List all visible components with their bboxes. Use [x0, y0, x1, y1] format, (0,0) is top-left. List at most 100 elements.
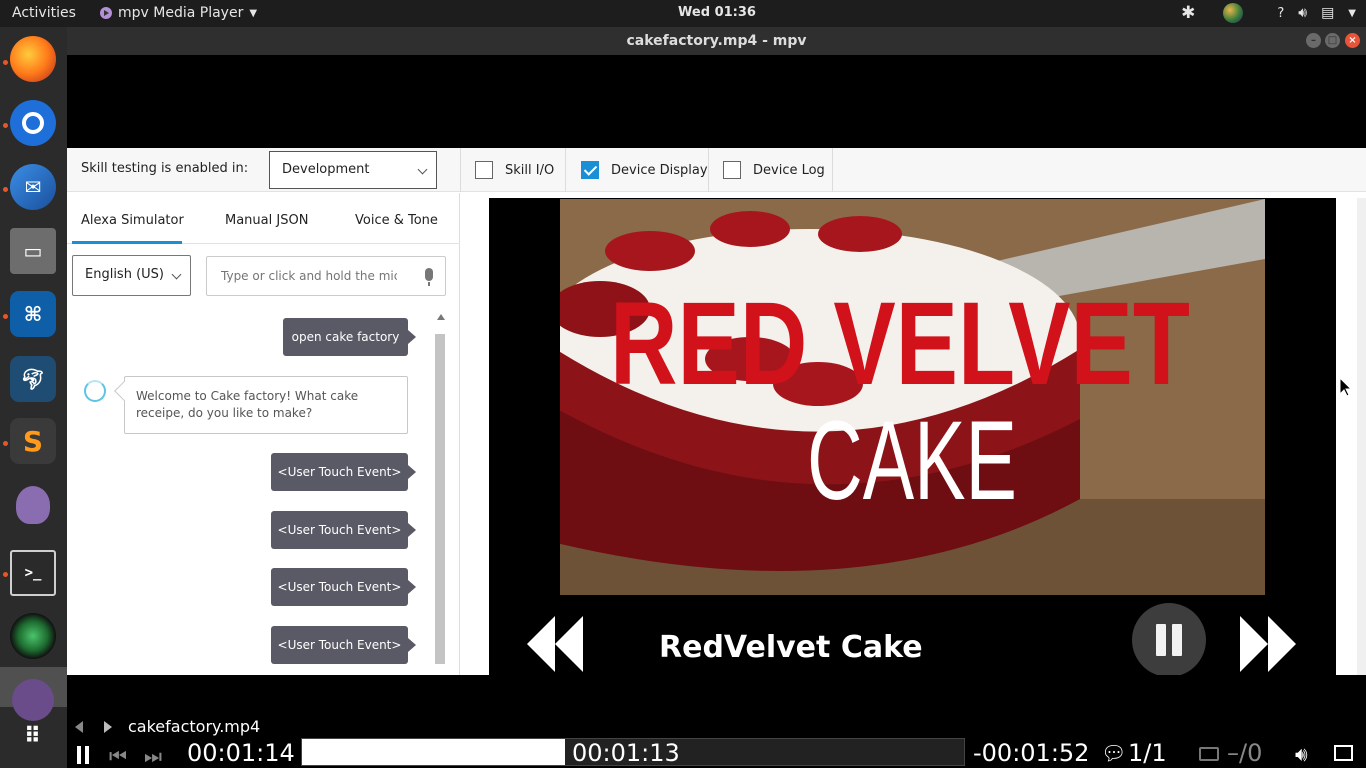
image-title-red: RED VELVET [610, 278, 1190, 410]
rewind-icon[interactable] [527, 616, 585, 672]
simulator-panel: Alexa Simulator Manual JSON Voice & Tone… [67, 193, 460, 675]
playlist-prev-icon[interactable] [75, 721, 83, 733]
pause-bar [85, 746, 89, 764]
pause-bar [77, 746, 81, 764]
alexa-ring-icon [84, 380, 106, 402]
tab-voice-tone[interactable]: Voice & Tone [355, 213, 438, 228]
system-tray: ✱ ? 🔊︎ ▤ ▼ [1181, 3, 1356, 23]
device-display-checkbox[interactable]: Device Display [581, 161, 708, 179]
sublime-text-icon[interactable]: S [10, 418, 56, 464]
slide-title: RedVelvet Cake [659, 630, 923, 665]
clock[interactable]: Wed 01:36 [0, 5, 1366, 20]
pidgin-bird [16, 486, 50, 524]
user-message: <User Touch Event> [271, 453, 416, 491]
firefox-icon[interactable] [10, 36, 56, 82]
camera-icon[interactable] [10, 613, 56, 659]
running-indicator [3, 572, 8, 577]
running-indicator [3, 123, 8, 128]
volume-icon[interactable]: 🔊︎ [1298, 5, 1307, 21]
active-app-highlight [0, 667, 67, 721]
cake-image: RED VELVET CAKE [560, 199, 1265, 595]
running-indicator [3, 441, 8, 446]
skill-io-checkbox[interactable]: Skill I/O [475, 161, 554, 179]
maximize-button[interactable]: □ [1325, 33, 1340, 48]
locale-select[interactable]: English (US) [72, 255, 191, 296]
user-message: open cake factory [283, 318, 416, 356]
elapsed-time[interactable]: 00:01:14 [187, 739, 295, 767]
minimize-button[interactable]: – [1306, 33, 1321, 48]
image-title-white: CAKE [807, 398, 1017, 523]
skill-io-label: Skill I/O [505, 162, 555, 178]
top-panel: Activities mpv Media Player ▼ Wed 01:36 … [0, 0, 1366, 27]
skip-forward-icon[interactable]: ⏭︎ [144, 744, 162, 768]
user-message: <User Touch Event> [271, 568, 416, 606]
alexa-console-page: Skill testing is enabled in: Development… [67, 148, 1366, 675]
environment-value: Development [282, 162, 370, 177]
file-name: cakefactory.mp4 [128, 717, 261, 736]
pause-button[interactable] [77, 746, 91, 764]
settings-gear-icon[interactable]: ✱ [1181, 3, 1195, 23]
environment-select[interactable]: Development [269, 151, 437, 189]
running-indicator [3, 60, 8, 65]
thunderbird-icon[interactable]: ✉ [10, 164, 56, 210]
video-frame[interactable]: Skill testing is enabled in: Development… [67, 55, 1366, 675]
fullscreen-icon[interactable] [1334, 745, 1353, 761]
alexa-message: Welcome to Cake factory! What cake recei… [124, 376, 408, 434]
subtitle-track[interactable]: 1/1 [1128, 739, 1167, 767]
page-scrollbar[interactable] [1357, 198, 1366, 675]
window-titlebar[interactable]: cakefactory.mp4 - mpv – □ × [67, 27, 1366, 55]
clipboard-icon[interactable]: ▤ [1321, 5, 1334, 21]
mouse-cursor-icon [1339, 377, 1353, 397]
mysql-workbench-icon[interactable]: 🐬︎ [10, 356, 56, 402]
chat-transcript: open cake factory Welcome to Cake factor… [72, 310, 432, 675]
playlist-next-icon[interactable] [104, 721, 112, 733]
tab-alexa-simulator[interactable]: Alexa Simulator [81, 213, 184, 228]
skill-testing-bar: Skill testing is enabled in: Development… [67, 148, 1366, 192]
user-message: <User Touch Event> [271, 626, 416, 664]
terminal-icon[interactable]: >_ [10, 550, 56, 596]
dock: ✉ ▭ ⌘ 🐬︎ S >_ ⠿ [0, 27, 67, 768]
globe-icon[interactable] [1223, 3, 1244, 23]
chromium-icon[interactable] [10, 100, 56, 146]
seek-progress [302, 739, 565, 765]
utterance-input[interactable] [219, 268, 399, 284]
pause-icon[interactable] [1132, 603, 1206, 675]
locale-value: English (US) [85, 267, 164, 282]
scrollbar-thumb[interactable] [435, 334, 445, 664]
skill-testing-label: Skill testing is enabled in: [81, 161, 249, 176]
device-display-label: Device Display [611, 162, 708, 178]
cache-time: 00:01:13 [572, 739, 680, 767]
microphone-icon[interactable] [425, 268, 433, 286]
divider [708, 148, 709, 192]
chromium-ring [22, 112, 44, 134]
divider [460, 148, 461, 192]
system-menu-chevron-icon[interactable]: ▼ [1348, 8, 1356, 19]
audio-track-icon[interactable] [1199, 747, 1219, 761]
help-icon[interactable]: ? [1277, 6, 1284, 21]
window-title: cakefactory.mp4 - mpv [626, 33, 807, 49]
checkbox-unchecked-icon [723, 161, 741, 179]
scroll-up-arrow-icon[interactable] [437, 314, 445, 320]
chat-scrollbar[interactable] [435, 310, 446, 675]
remaining-time[interactable]: -00:01:52 [973, 739, 1089, 767]
cake-illustration: RED VELVET CAKE [560, 199, 1265, 595]
chevron-down-icon [171, 269, 182, 280]
fast-forward-icon[interactable] [1240, 616, 1298, 672]
checkbox-checked-icon [581, 161, 599, 179]
pidgin-icon[interactable] [10, 482, 56, 528]
vscode-icon[interactable]: ⌘ [10, 291, 56, 337]
subtitle-icon[interactable]: 💬︎ [1101, 741, 1126, 765]
close-button[interactable]: × [1345, 33, 1360, 48]
files-icon[interactable]: ▭ [10, 228, 56, 274]
utterance-field[interactable] [206, 256, 446, 296]
divider [565, 148, 566, 192]
tab-manual-json[interactable]: Manual JSON [225, 213, 308, 228]
app-grid-icon[interactable]: ⠿ [10, 713, 56, 759]
chevron-down-icon [417, 164, 428, 175]
device-log-checkbox[interactable]: Device Log [723, 161, 825, 179]
skip-back-icon[interactable]: ⏮︎ [109, 744, 127, 768]
device-log-label: Device Log [753, 162, 825, 178]
volume-icon[interactable]: 🔊︎ [1295, 742, 1308, 766]
checkbox-unchecked-icon [475, 161, 493, 179]
audio-track[interactable]: –/0 [1227, 739, 1262, 767]
